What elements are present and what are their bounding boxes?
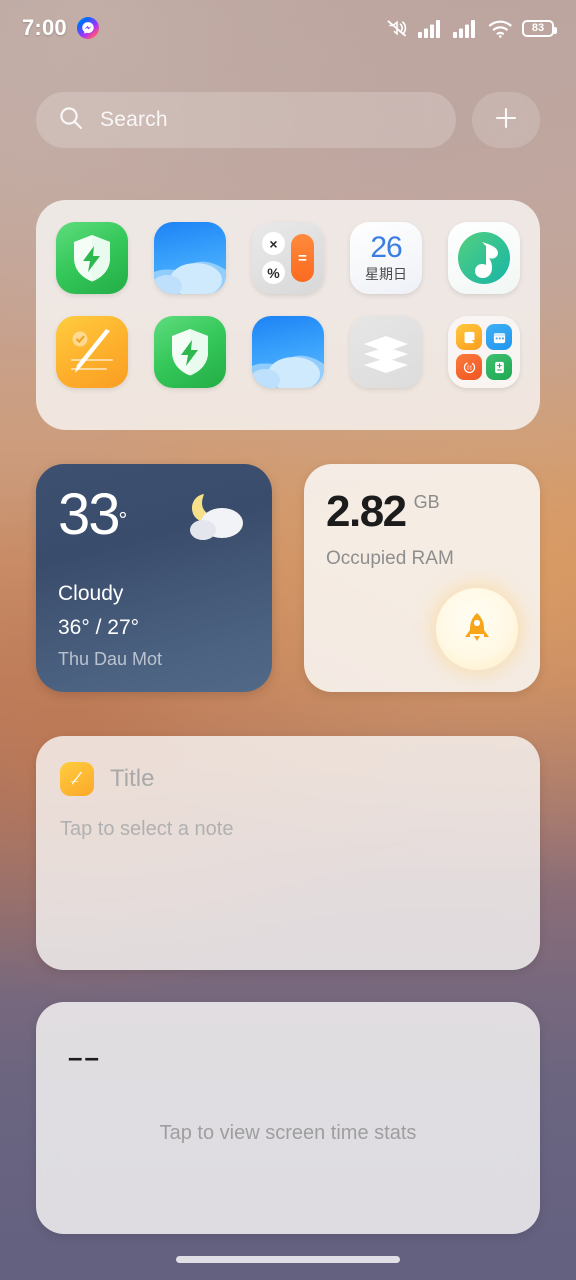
app-icon-notes[interactable] <box>56 316 128 388</box>
cloud-icon <box>252 355 324 388</box>
pencil-note-icon <box>60 762 94 796</box>
recorder-icon: 01 <box>456 354 482 380</box>
battery-level: 83 <box>531 21 545 34</box>
note-icon <box>456 324 482 350</box>
moon-cloud-icon <box>178 490 250 542</box>
screentime-widget[interactable]: –– Tap to view screen time stats <box>36 1002 540 1234</box>
shield-lightning-icon <box>154 329 226 388</box>
search-icon <box>58 105 84 136</box>
ram-value-group: 2.82 GB <box>326 490 518 534</box>
app-icon-security-2[interactable] <box>154 316 226 388</box>
app-icon-calendar[interactable]: 26 星期日 <box>350 222 422 294</box>
ram-unit: GB <box>413 492 440 512</box>
app-icon-themes[interactable] <box>350 316 422 388</box>
app-row-1: × % = 26 星期日 <box>56 222 520 294</box>
calendar-weekday: 星期日 <box>365 266 407 282</box>
app-icon-music[interactable] <box>448 222 520 294</box>
weather-condition: Cloudy <box>58 582 124 605</box>
app-icon-weather-2[interactable] <box>252 316 324 388</box>
messenger-icon <box>76 17 99 39</box>
status-bar-clock: 7:00 <box>22 15 67 40</box>
weather-location: Thu Dau Mot <box>58 649 163 669</box>
pencil-note-icon <box>56 329 128 388</box>
status-bar-right: 83 <box>385 18 557 38</box>
calendar-date: 26 <box>370 231 402 264</box>
app-icon-security[interactable] <box>56 222 128 294</box>
ram-widget[interactable]: 2.82 GB Occupied RAM <box>304 464 540 692</box>
shield-lightning-icon <box>56 235 128 294</box>
calendar-icon <box>486 324 512 350</box>
weather-high-low: 36° / 27° <box>58 616 140 639</box>
layers-icon <box>350 336 422 388</box>
search-placeholder: Search <box>100 108 168 131</box>
calculator-key-multiply: × <box>262 232 285 255</box>
rocket-icon <box>460 610 494 649</box>
cellular-signal-icon <box>453 19 479 38</box>
add-widget-button[interactable] <box>472 92 540 148</box>
app-icon-weather[interactable] <box>154 222 226 294</box>
notes-widget-subtitle: Tap to select a note <box>60 818 234 840</box>
weather-degree-symbol: ° <box>118 507 128 533</box>
wifi-icon <box>488 19 513 38</box>
calculator-key-percent: % <box>262 261 285 284</box>
home-indicator[interactable] <box>176 1256 400 1263</box>
svg-text:01: 01 <box>466 365 472 371</box>
notes-widget[interactable]: Title Tap to select a note <box>36 736 540 970</box>
cellular-signal-icon <box>418 19 444 38</box>
status-bar-left: 7:00 <box>22 15 99 41</box>
widget-row: 33° Cloudy 36° / 27° Thu Dau Mot 2.82 GB … <box>36 464 540 692</box>
search-row: Search <box>36 92 540 148</box>
silent-mode-icon <box>385 18 409 38</box>
battery-icon: 83 <box>522 19 557 37</box>
ram-label: Occupied RAM <box>326 548 454 569</box>
ram-value: 2.82 <box>326 487 407 536</box>
ram-boost-button[interactable] <box>436 588 518 670</box>
calculator-icon: × % = <box>252 222 324 294</box>
calculator-icon <box>486 354 512 380</box>
notes-widget-title: Title <box>110 765 155 792</box>
app-folder[interactable]: 01 <box>448 316 520 388</box>
weather-widget[interactable]: 33° Cloudy 36° / 27° Thu Dau Mot <box>36 464 272 692</box>
app-row-2: 01 <box>56 316 520 388</box>
app-icon-calculator[interactable]: × % = <box>252 222 324 294</box>
search-input[interactable]: Search <box>36 92 456 148</box>
notes-widget-header: Title <box>60 762 516 796</box>
calculator-key-equals: = <box>291 234 314 282</box>
app-panel: × % = 26 星期日 01 <box>36 200 540 430</box>
weather-temperature: 33 <box>58 482 120 547</box>
screentime-value: –– <box>68 1042 101 1072</box>
status-bar: 7:00 83 <box>0 0 576 56</box>
calculator-keys-column: × % <box>262 232 285 284</box>
music-note-icon <box>448 232 520 294</box>
screentime-subtitle: Tap to view screen time stats <box>159 1122 417 1144</box>
plus-icon <box>491 103 521 138</box>
cloud-icon <box>154 261 226 294</box>
